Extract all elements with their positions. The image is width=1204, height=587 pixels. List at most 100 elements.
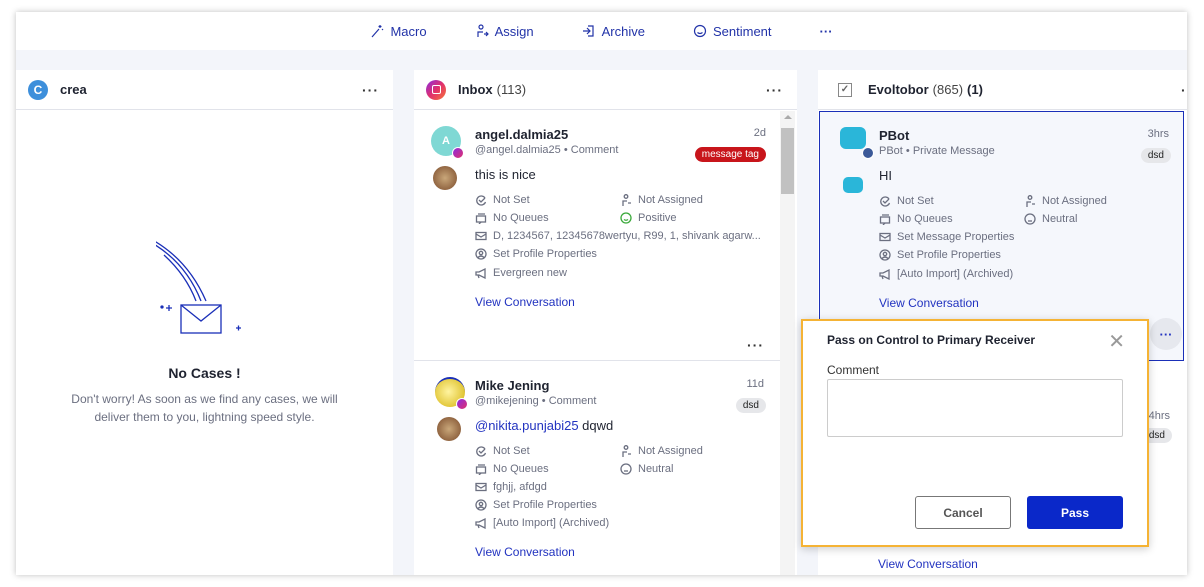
tag-badge: dsd — [735, 398, 766, 413]
select-all-checkbox[interactable]: ✓ — [838, 82, 852, 97]
macro-button[interactable]: Macro — [370, 23, 427, 39]
queues-field[interactable]: No Queues — [475, 463, 549, 475]
empty-desc-line: deliver them to you, lightning speed sty… — [94, 410, 315, 424]
megaphone-icon — [475, 517, 486, 529]
campaign-field[interactable]: [Auto Import] (Archived) — [475, 517, 609, 529]
queues-field[interactable]: No Queues — [879, 213, 953, 225]
user-photo — [433, 166, 457, 190]
card-menu-button[interactable]: ··· — [747, 337, 764, 353]
assign-user-icon — [622, 194, 631, 206]
megaphone-icon — [475, 267, 486, 279]
message-properties-field[interactable]: fghjj, afdgd — [475, 481, 547, 493]
column-title: Inbox — [458, 82, 493, 97]
cancel-button[interactable]: Cancel — [915, 496, 1011, 529]
user-photo — [437, 417, 461, 441]
column-header: C crea ··· — [16, 70, 393, 110]
profile-properties-field[interactable]: Set Profile Properties — [475, 499, 597, 511]
queue-icon — [475, 213, 487, 224]
column-menu-button[interactable]: ··· — [362, 82, 379, 98]
pass-control-dialog: Pass on Control to Primary Receiver ✕ Co… — [801, 319, 1149, 547]
queues-field[interactable]: No Queues — [475, 212, 549, 224]
case-card[interactable]: A angel.dalmia25 @angel.dalmia25 • Comme… — [414, 111, 780, 361]
message-text: this is nice — [475, 167, 536, 182]
tag-badge: dsd — [1140, 148, 1171, 163]
assign-user-icon — [476, 24, 489, 37]
timestamp: 4hrs — [1148, 410, 1170, 422]
case-card[interactable]: Mike Jening @mikejening • Comment 11d ds… — [414, 362, 780, 575]
mention-link[interactable]: @nikita.punjabi25 — [475, 418, 579, 433]
status-field[interactable]: Not Set — [475, 194, 530, 206]
column-count: (865) — [932, 82, 964, 97]
author-name[interactable]: Mike Jening — [475, 378, 549, 393]
user-circle-icon — [879, 249, 891, 261]
scrollbar[interactable] — [780, 111, 795, 575]
view-conversation-link[interactable]: View Conversation — [475, 295, 575, 309]
selected-count: (1) — [967, 82, 983, 97]
instagram-badge-icon — [452, 147, 464, 159]
assign-user-icon — [622, 445, 631, 457]
empty-description: Don't worry! As soon as we find any case… — [16, 390, 393, 426]
macro-label: Macro — [390, 23, 427, 39]
status-field[interactable]: Not Set — [475, 445, 530, 457]
mail-icon — [879, 232, 891, 242]
comment-input[interactable] — [827, 379, 1123, 437]
timestamp: 2d — [753, 127, 766, 139]
message-properties-field[interactable]: D, 1234567, 12345678wertyu, R99, 1, shiv… — [475, 230, 761, 242]
close-icon[interactable]: ✕ — [1108, 329, 1125, 354]
author-meta: @mikejening • Comment — [475, 395, 597, 407]
mail-icon — [475, 482, 487, 492]
pass-button[interactable]: Pass — [1027, 496, 1123, 529]
archive-icon — [582, 25, 594, 37]
profile-properties-field[interactable]: Set Profile Properties — [879, 249, 1001, 261]
avatar — [435, 377, 468, 410]
assign-button[interactable]: Assign — [475, 24, 534, 39]
sentiment-field[interactable]: Positive — [620, 212, 677, 224]
bot-photo — [843, 177, 863, 193]
sentiment-field[interactable]: Neutral — [620, 463, 673, 475]
assignee-field[interactable]: Not Assigned — [620, 194, 703, 206]
campaign-field[interactable]: [Auto Import] (Archived) — [879, 268, 1013, 280]
facebook-badge-icon — [862, 147, 874, 159]
campaign-field[interactable]: Evergreen new — [475, 267, 567, 279]
archive-button[interactable]: Archive — [582, 24, 645, 39]
author-name[interactable]: angel.dalmia25 — [475, 127, 568, 142]
message-properties-field[interactable]: Set Message Properties — [879, 231, 1014, 243]
profile-properties-field[interactable]: Set Profile Properties — [475, 248, 597, 260]
queue-icon — [879, 214, 891, 225]
column-count: (113) — [496, 82, 527, 97]
more-actions-button[interactable]: ··· — [820, 24, 833, 39]
view-conversation-link[interactable]: View Conversation — [879, 296, 979, 310]
avatar: A — [431, 126, 464, 159]
sentiment-field[interactable]: Neutral — [1024, 213, 1077, 225]
assignee-field[interactable]: Not Assigned — [1024, 195, 1107, 207]
message-text: @nikita.punjabi25 dqwd — [475, 418, 614, 433]
status-icon — [476, 195, 487, 206]
bot-avatar — [840, 127, 874, 159]
toolbar: Macro Assign Archive Sentiment ··· — [16, 12, 1187, 50]
card-menu-button[interactable]: ··· — [1150, 318, 1182, 350]
timestamp: 11d — [746, 378, 764, 390]
queue-icon — [475, 464, 487, 475]
column-menu-button[interactable]: ··· — [766, 82, 783, 98]
status-field[interactable]: Not Set — [879, 195, 934, 207]
megaphone-icon — [879, 268, 890, 280]
sentiment-button[interactable]: Sentiment — [693, 24, 772, 39]
view-conversation-link[interactable]: View Conversation — [878, 557, 978, 571]
scrollbar-thumb[interactable] — [781, 128, 794, 194]
mail-icon — [475, 231, 487, 241]
author-meta: @angel.dalmia25 • Comment — [475, 144, 619, 156]
column-menu-button[interactable]: ··· — [1181, 82, 1187, 98]
instagram-badge-icon — [456, 398, 468, 410]
magic-wand-icon — [372, 25, 384, 38]
empty-desc-line: Don't worry! As soon as we find any case… — [71, 392, 338, 406]
neutral-face-icon — [1024, 213, 1036, 225]
channel-icon: C — [28, 79, 48, 100]
assignee-field[interactable]: Not Assigned — [620, 445, 703, 457]
empty-title: No Cases ! — [168, 365, 241, 381]
column-title: Evoltobor — [868, 82, 929, 97]
column-title: crea — [60, 82, 87, 97]
view-conversation-link[interactable]: View Conversation — [475, 545, 575, 559]
message-tag-badge: message tag — [694, 147, 766, 162]
neutral-face-icon — [620, 463, 632, 475]
author-name[interactable]: PBot — [879, 128, 909, 143]
